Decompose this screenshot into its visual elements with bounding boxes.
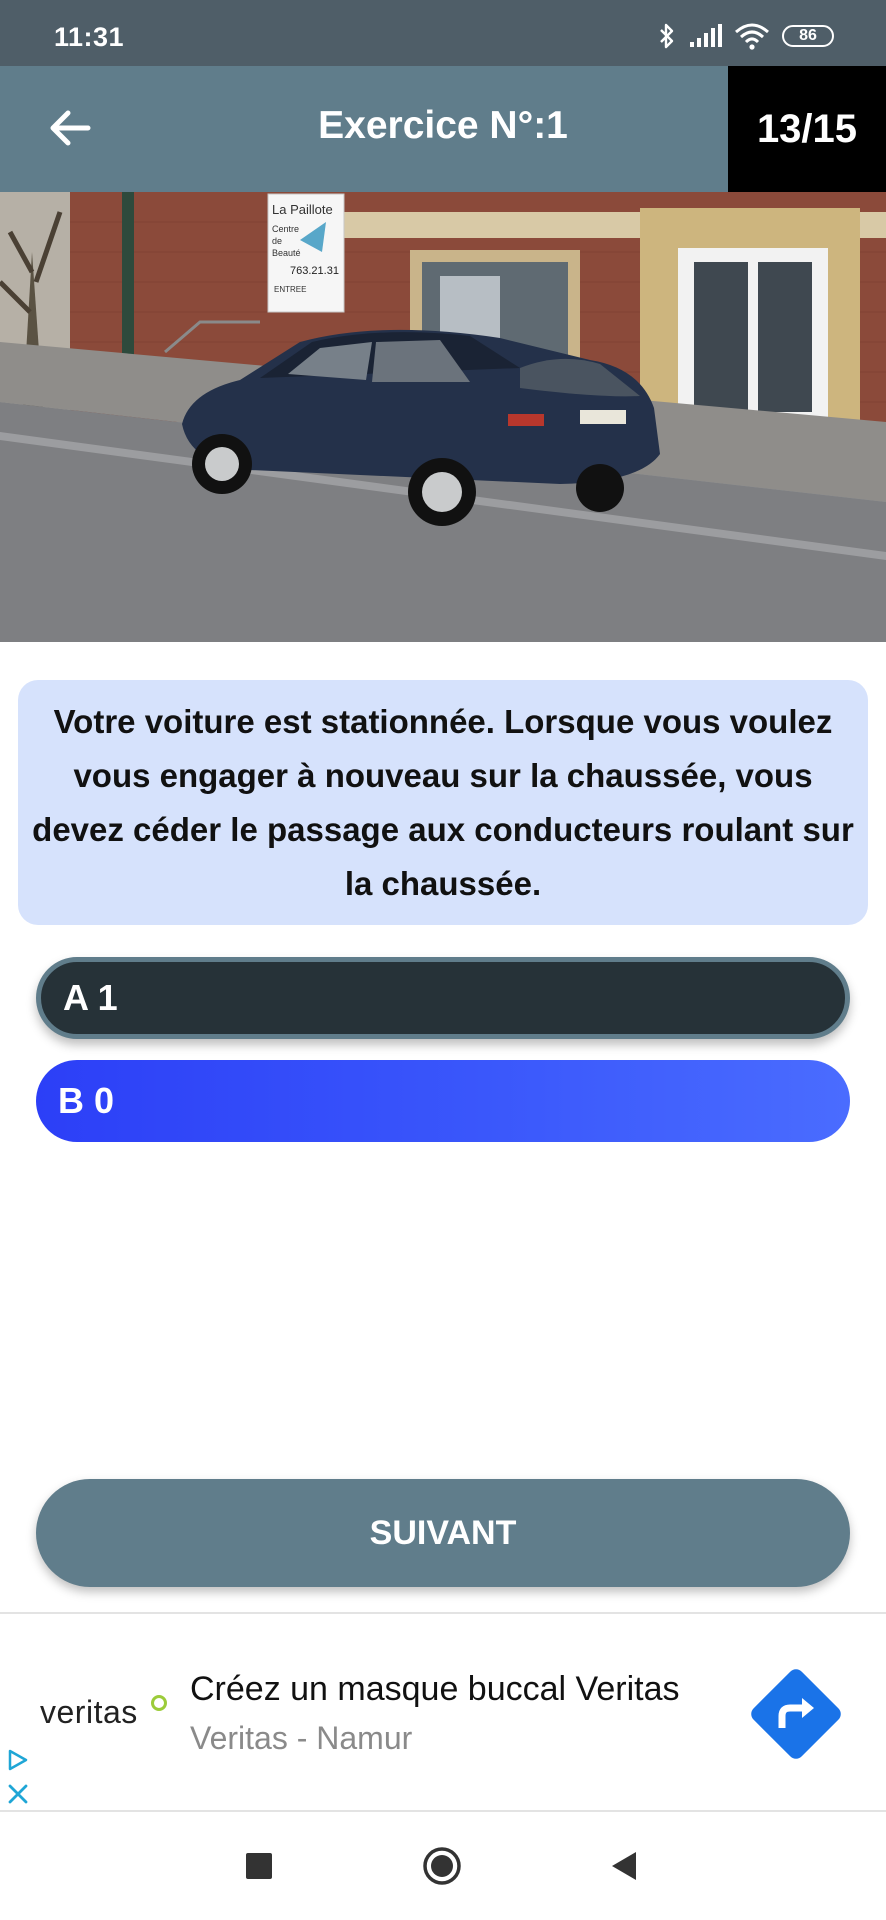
signal-icon <box>690 24 722 47</box>
arrow-left-icon <box>50 110 91 146</box>
street-photo-illustration: La Paillote Centre de Beauté 763.21.31 E… <box>0 192 886 642</box>
home-button[interactable] <box>422 1846 462 1886</box>
answer-label: B 0 <box>58 1080 115 1121</box>
question-text: Votre voiture est stationnée. Lorsque vo… <box>18 680 868 925</box>
home-circle-icon <box>423 1847 461 1885</box>
status-time: 11:31 <box>54 22 125 52</box>
answer-option-a[interactable]: A 1 <box>36 957 850 1039</box>
logo-dot-icon <box>151 1695 167 1711</box>
ad-choices-icon[interactable] <box>6 1748 30 1772</box>
system-nav-bar <box>0 1812 886 1920</box>
directions-arrow-icon <box>751 1669 841 1759</box>
sign-line: Beauté <box>272 248 301 258</box>
bluetooth-icon <box>660 23 674 49</box>
ad-close-icon[interactable] <box>6 1782 30 1806</box>
ad-title[interactable]: Créez un masque buccal Veritas <box>190 1670 679 1709</box>
back-button[interactable] <box>38 96 102 160</box>
advertiser-logo: veritas <box>40 1694 138 1730</box>
system-back-button[interactable] <box>608 1850 638 1882</box>
ad-subtitle: Veritas - Namur <box>190 1720 413 1756</box>
sign-line: La Paillote <box>272 202 333 217</box>
recent-apps-button[interactable] <box>246 1853 272 1879</box>
sign-line: Centre <box>272 224 299 234</box>
triangle-back-icon <box>612 1852 636 1880</box>
status-bar: 11:31 86 <box>0 0 886 66</box>
question-counter: 13/15 <box>728 66 886 192</box>
sign-line: de <box>272 236 282 246</box>
status-icons: 86 <box>658 22 834 50</box>
question-photo: La Paillote Centre de Beauté 763.21.31 E… <box>0 192 886 642</box>
sign-line: 763.21.31 <box>290 265 339 277</box>
app-header: Exercice N°:1 13/15 <box>0 66 886 192</box>
answer-label: A 1 <box>63 977 118 1018</box>
ad-cta-button[interactable] <box>748 1666 844 1762</box>
battery-indicator: 86 <box>782 25 834 47</box>
ad-banner[interactable]: veritas Créez un masque buccal Veritas V… <box>0 1612 886 1812</box>
next-button[interactable]: SUIVANT <box>36 1479 850 1587</box>
answer-option-b[interactable]: B 0 <box>36 1060 850 1142</box>
sign-line: ENTREE <box>274 285 306 294</box>
wifi-icon <box>735 23 769 50</box>
